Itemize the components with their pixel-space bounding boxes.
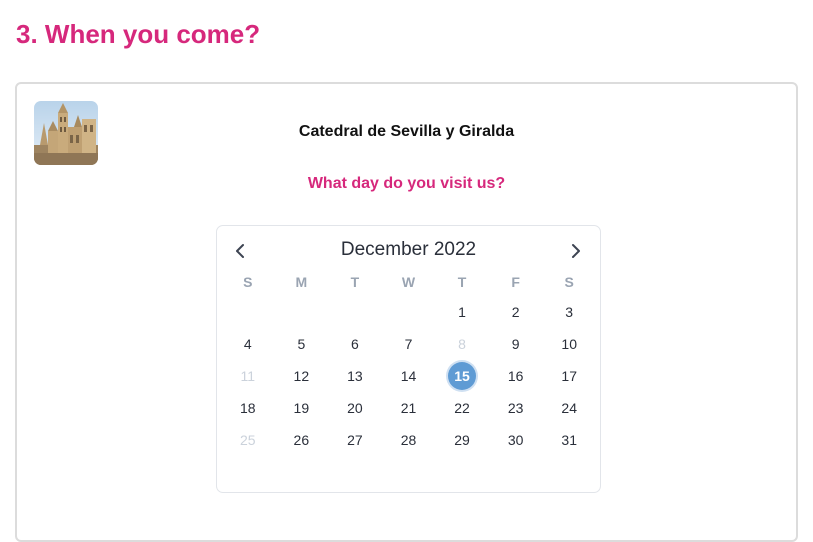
weekday-label: W (401, 274, 416, 290)
month-year-label: December 2022 (340, 239, 477, 260)
calendar-day[interactable]: 17 (555, 362, 583, 390)
chevron-right-icon (572, 244, 580, 258)
calendar-day-cell: 13 (328, 360, 382, 392)
weekday-label: F (511, 274, 520, 290)
calendar-week-row: 11 12 13 14 15 16 17 (221, 360, 596, 392)
calendar-day[interactable]: 21 (394, 394, 422, 422)
calendar-day[interactable]: 2 (502, 298, 530, 326)
calendar-day[interactable]: 24 (555, 394, 583, 422)
calendar-day[interactable]: 19 (287, 394, 315, 422)
calendar-day[interactable]: 27 (341, 426, 369, 454)
calendar-day-cell: 17 (542, 360, 596, 392)
calendar-day-cell: 29 (435, 424, 489, 456)
attraction-name: Catedral de Sevilla y Giralda (298, 123, 515, 140)
calendar-day-cell: 4 (221, 328, 275, 360)
calendar-day-cell (275, 296, 329, 328)
calendar-day-cell: 22 (435, 392, 489, 424)
weekday-header-row: S M T W T F S (221, 266, 596, 298)
calendar-day-cell: 19 (275, 392, 329, 424)
calendar-week-row: 25 26 27 28 29 30 31 (221, 424, 596, 456)
visit-date-question: What day do you visit us? (307, 175, 506, 192)
calendar-day[interactable]: 12 (287, 362, 315, 390)
calendar-day-cell: 2 (489, 296, 543, 328)
calendar-day-cell: 1 (435, 296, 489, 328)
calendar-day-cell: 24 (542, 392, 596, 424)
calendar-day-cell: 25 (221, 424, 275, 456)
calendar-day-cell: 31 (542, 424, 596, 456)
calendar-day-cell: 10 (542, 328, 596, 360)
calendar-day-cell: 23 (489, 392, 543, 424)
calendar-day[interactable]: 31 (555, 426, 583, 454)
calendar-day[interactable]: 7 (394, 330, 422, 358)
calendar-day-cell: 8 (435, 328, 489, 360)
calendar-day[interactable]: 6 (341, 330, 369, 358)
weekday-label: S (243, 274, 253, 290)
calendar-week-row: 18 19 20 21 22 23 24 (221, 392, 596, 424)
calendar-header: December 2022 (217, 236, 600, 264)
calendar-day-cell: 14 (382, 360, 436, 392)
calendar-day[interactable]: 22 (448, 394, 476, 422)
calendar-day[interactable]: 30 (502, 426, 530, 454)
step-title: 3. When you come? (16, 19, 261, 49)
calendar-day[interactable]: 9 (502, 330, 530, 358)
calendar-day[interactable]: 10 (555, 330, 583, 358)
calendar-week-row: 4 5 6 7 8 9 10 (221, 328, 596, 360)
calendar-day-cell: 27 (328, 424, 382, 456)
calendar-day-cell (382, 296, 436, 328)
calendar-day-cell (328, 296, 382, 328)
disabled-day: 11 (240, 368, 256, 384)
calendar-day[interactable]: 4 (234, 330, 262, 358)
calendar-week-row: 123 (221, 296, 596, 328)
calendar-day-cell: 16 (489, 360, 543, 392)
calendar-day-cell: 20 (328, 392, 382, 424)
calendar-day[interactable]: 28 (394, 426, 422, 454)
selected-day[interactable]: 15 (448, 362, 477, 390)
calendar-day-cell: 5 (275, 328, 329, 360)
calendar-day[interactable]: 16 (502, 362, 530, 390)
calendar-day-cell: 3 (542, 296, 596, 328)
attraction-card: Catedral de Sevilla y Giralda What day d… (15, 82, 798, 542)
calendar-day-cell: 28 (382, 424, 436, 456)
calendar-day-cell: 7 (382, 328, 436, 360)
disabled-day: 8 (458, 336, 466, 352)
calendar-day-cell: 21 (382, 392, 436, 424)
calendar-day-cell: 9 (489, 328, 543, 360)
calendar-day-cell: 11 (221, 360, 275, 392)
calendar-day[interactable]: 29 (448, 426, 476, 454)
calendar-day-cell: 12 (275, 360, 329, 392)
calendar-day[interactable]: 14 (394, 362, 422, 390)
calendar-day[interactable]: 23 (502, 394, 530, 422)
next-month-button[interactable] (562, 238, 588, 264)
calendar-day[interactable]: 20 (341, 394, 369, 422)
calendar-day-cell (221, 296, 275, 328)
calendar-day-cell: 30 (489, 424, 543, 456)
calendar-day[interactable]: 13 (341, 362, 369, 390)
date-picker: December 2022 S M T W T F S 1 2 3 4 5 6 7 8 9 10 1… (216, 225, 601, 493)
calendar-day[interactable]: 5 (287, 330, 315, 358)
calendar-day-cell: 15 (435, 360, 489, 392)
calendar-day[interactable]: 18 (234, 394, 262, 422)
calendar-day-cell: 26 (275, 424, 329, 456)
weekday-label: S (564, 274, 574, 290)
calendar-day-cell: 6 (328, 328, 382, 360)
weekday-label: T (350, 274, 360, 290)
weekday-label: M (295, 274, 308, 290)
calendar-day[interactable]: 26 (287, 426, 315, 454)
calendar-day-cell: 18 (221, 392, 275, 424)
disabled-day: 25 (239, 432, 256, 448)
weekday-label: T (457, 274, 467, 290)
calendar-day[interactable]: 1 (448, 298, 476, 326)
calendar-day[interactable]: 3 (555, 298, 583, 326)
